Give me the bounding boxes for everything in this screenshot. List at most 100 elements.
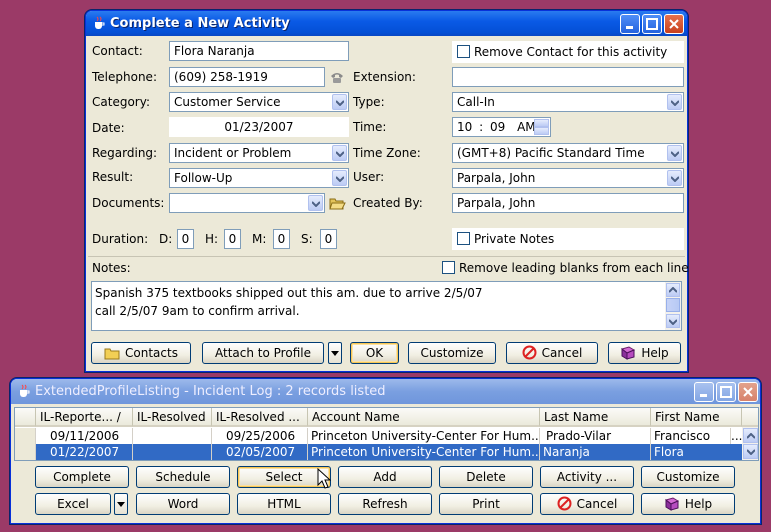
category-value: Customer Service (174, 95, 281, 109)
regarding-value: Incident or Problem (174, 146, 292, 160)
time-minute[interactable]: 09 (490, 120, 505, 134)
minimize-button[interactable] (694, 382, 714, 402)
activity-titlebar[interactable]: Complete a New Activity (86, 11, 687, 36)
table-row-selected[interactable]: 01/22/2007 02/05/2007 Princeton Universi… (15, 444, 758, 460)
extension-field[interactable] (452, 67, 684, 87)
listing-customize-button[interactable]: Customize (641, 466, 735, 488)
date-field[interactable]: 01/23/2007 (169, 117, 349, 137)
html-button[interactable]: HTML (237, 493, 331, 515)
table-scrollbar[interactable] (742, 427, 758, 460)
listing-titlebar[interactable]: ExtendedProfileListing - Incident Log : … (11, 379, 760, 404)
column-header[interactable]: IL-Reporte... / (36, 408, 133, 427)
duration-minutes-field[interactable]: 0 (273, 229, 290, 249)
spin-down-icon[interactable] (534, 127, 549, 135)
column-header[interactable]: First Name (651, 408, 742, 427)
result-select[interactable]: Follow-Up (169, 168, 349, 188)
time-label: Time: (353, 120, 387, 134)
column-header[interactable]: IL-Resolved (133, 408, 212, 427)
spin-up-icon[interactable] (534, 119, 549, 127)
scroll-up-icon[interactable] (666, 283, 680, 297)
scroll-up-icon[interactable] (743, 428, 758, 443)
notes-scrollbar[interactable] (665, 282, 681, 330)
table-cell: Prado-Vilar (540, 428, 651, 444)
scroll-down-icon[interactable] (743, 444, 758, 459)
duration-hours-field[interactable]: 0 (224, 229, 241, 249)
contacts-button-label: Contacts (125, 346, 178, 360)
print-button[interactable]: Print (439, 493, 533, 515)
column-header[interactable]: Last Name (540, 408, 651, 427)
minimize-button[interactable] (620, 14, 640, 34)
contacts-button[interactable]: Contacts (91, 342, 191, 364)
listing-help-button[interactable]: Help (641, 493, 735, 515)
help-book-icon (621, 346, 636, 360)
table-cell: Francisco (651, 428, 731, 444)
date-value: 01/23/2007 (224, 120, 294, 134)
java-cup-icon (95, 16, 105, 29)
chevron-down-icon[interactable] (667, 94, 682, 110)
user-select[interactable]: Parpala, John (452, 168, 684, 188)
type-value: Call-In (457, 95, 495, 109)
excel-button[interactable]: Excel (35, 493, 111, 515)
phone-dial-icon[interactable] (329, 69, 345, 85)
regarding-select[interactable]: Incident or Problem (169, 143, 349, 163)
cancel-button[interactable]: Cancel (506, 342, 598, 364)
chevron-down-icon[interactable] (308, 195, 323, 211)
time-field[interactable]: 10 : 09 AM (452, 117, 551, 137)
html-button-label: HTML (267, 497, 301, 511)
activity-button-label: Activity ... (556, 470, 618, 484)
add-button[interactable]: Add (338, 466, 432, 488)
created-by-label: Created By: (353, 196, 423, 210)
listing-cancel-button[interactable]: Cancel (540, 493, 634, 515)
time-ampm[interactable]: AM (517, 120, 536, 134)
scroll-thumb[interactable] (666, 298, 680, 312)
excel-dropdown-button[interactable] (114, 493, 128, 515)
chevron-down-icon[interactable] (332, 94, 347, 110)
type-select[interactable]: Call-In (452, 92, 684, 112)
attach-dropdown-button[interactable] (328, 342, 342, 364)
table-row[interactable]: 09/11/2006 09/25/2006 Princeton Universi… (15, 428, 758, 444)
complete-button[interactable]: Complete (35, 466, 129, 488)
word-button[interactable]: Word (136, 493, 230, 515)
close-icon (669, 19, 679, 29)
delete-button-label: Delete (466, 470, 506, 484)
remove-blanks-checkbox[interactable]: Remove leading blanks from each line (442, 261, 689, 275)
created-by-field[interactable]: Parpala, John (452, 193, 684, 213)
refresh-button[interactable]: Refresh (338, 493, 432, 515)
customize-button[interactable]: Customize (408, 342, 496, 364)
ok-button[interactable]: OK (350, 342, 399, 364)
chevron-down-icon[interactable] (332, 170, 347, 186)
duration-days-label: D: (159, 232, 173, 246)
private-notes-checkbox[interactable]: Private Notes (457, 232, 554, 246)
table-cell: 09/25/2006 (212, 428, 308, 444)
category-select[interactable]: Customer Service (169, 92, 349, 112)
chevron-down-icon[interactable] (667, 170, 682, 186)
maximize-button[interactable] (716, 382, 736, 402)
timezone-select[interactable]: (GMT+8) Pacific Standard Time (452, 143, 684, 163)
incident-log-table[interactable]: IL-Reporte... / IL-Resolved IL-Resolved … (14, 407, 759, 461)
duration-seconds-field[interactable]: 0 (320, 229, 337, 249)
chevron-down-icon[interactable] (332, 145, 347, 161)
duration-days-field[interactable]: 0 (177, 229, 194, 249)
duration-label: Duration: (92, 232, 149, 246)
chevron-down-icon[interactable] (667, 145, 682, 161)
notes-textarea[interactable]: Spanish 375 textbooks shipped out this a… (91, 281, 682, 331)
contact-field[interactable]: Flora Naranja (169, 41, 349, 61)
delete-button[interactable]: Delete (439, 466, 533, 488)
time-hour[interactable]: 10 (457, 120, 472, 134)
close-button[interactable] (664, 14, 684, 34)
close-button[interactable] (738, 382, 758, 402)
telephone-field[interactable]: (609) 258-1919 (169, 67, 325, 87)
close-icon (743, 387, 753, 397)
column-header[interactable]: Account Name (308, 408, 540, 427)
open-folder-icon[interactable] (329, 195, 346, 211)
help-button[interactable]: Help (608, 342, 681, 364)
schedule-button[interactable]: Schedule (136, 466, 230, 488)
column-header[interactable]: IL-Resolved ... (212, 408, 308, 427)
maximize-button[interactable] (642, 14, 662, 34)
remove-contact-checkbox[interactable]: Remove Contact for this activity (457, 45, 667, 59)
scroll-down-icon[interactable] (666, 314, 680, 328)
attach-profile-button[interactable]: Attach to Profile (202, 342, 324, 364)
activity-button[interactable]: Activity ... (540, 466, 634, 488)
excel-button-label: Excel (57, 497, 89, 511)
documents-select[interactable] (169, 193, 325, 213)
